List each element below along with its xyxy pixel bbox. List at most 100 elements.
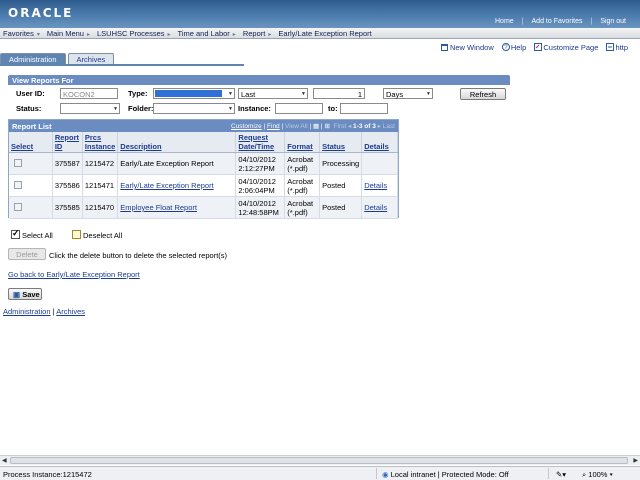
status-cell: Processing — [319, 152, 363, 175]
status-cell: Posted — [319, 196, 363, 219]
refresh-button[interactable]: Refresh — [460, 88, 506, 100]
report-id-cell: 375585 — [52, 196, 83, 219]
view-reports-header: View Reports For — [8, 75, 510, 85]
col-format[interactable]: Format — [284, 132, 321, 153]
last-link[interactable]: Last — [383, 123, 395, 130]
menu-time-and-labor[interactable]: Time and Labor ▸ — [175, 28, 240, 38]
prcs-instance-cell: 1215470 — [82, 196, 119, 219]
chevron-down-icon: ▼ — [228, 91, 233, 97]
col-status[interactable]: Status — [319, 132, 363, 153]
report-list-title: Report List — [12, 122, 52, 131]
menu-favorites[interactable]: Favorites ▾ — [0, 28, 44, 38]
find-link[interactable]: Find — [267, 123, 280, 130]
deselect-all-control[interactable]: Deselect All — [72, 230, 122, 240]
process-instance-status: Process Instance:1215472 — [3, 470, 92, 479]
deselect-all-label: Deselect All — [83, 231, 123, 240]
table-row: 375586 1215471 Early/Late Exception Repo… — [9, 174, 398, 197]
view-all-link[interactable]: View All — [285, 123, 308, 130]
tab-administration[interactable]: Administration — [0, 53, 66, 64]
oracle-logo: ORACLE — [8, 6, 74, 20]
browser-status-bar: Process Instance:1215472 ◉ Local intrane… — [0, 466, 640, 480]
user-id-field[interactable]: KOCON2 — [60, 88, 118, 99]
col-select[interactable]: Select — [9, 132, 53, 153]
select-all-checkbox[interactable] — [11, 228, 20, 239]
last-select[interactable]: Last ▼ — [238, 88, 308, 99]
view-reports-panel: User ID: KOCON2 Type: ▼ Last ▼ 1 Days ▼ Re… — [8, 85, 510, 117]
unit-select[interactable]: Days ▼ — [383, 88, 433, 99]
menu-main-menu[interactable]: Main Menu ▸ — [44, 28, 94, 38]
status-divider — [376, 468, 377, 479]
footer-archives-link[interactable]: Archives — [56, 307, 85, 316]
col-description[interactable]: Description — [117, 132, 237, 153]
description-link[interactable]: Early/Late Exception Report — [120, 181, 213, 190]
menu-early-late-exception-report[interactable]: Early/Late Exception Report — [275, 28, 375, 38]
save-button[interactable]: ▣ Save — [8, 288, 42, 300]
sign-out-link[interactable]: Sign out — [592, 18, 634, 25]
instance-label: Instance: — [238, 104, 271, 113]
col-request-datetime[interactable]: Request Date/Time — [235, 132, 286, 153]
add-to-favorites-link[interactable]: Add to Favorites — [524, 18, 591, 25]
row-select-checkbox[interactable] — [14, 180, 22, 189]
chevron-down-icon: ▼ — [301, 91, 306, 97]
new-window-icon — [440, 44, 448, 51]
grid-navigation: Customize | Find | View All | ▦ | ⊞ Firs… — [231, 123, 395, 130]
datetime-cell: 04/10/2012 2:12:27PM — [235, 152, 286, 175]
col-prcs-instance[interactable]: Prcs Instance — [82, 132, 119, 153]
report-id-cell: 375587 — [52, 152, 83, 175]
download-grid-icon[interactable]: ▦ — [313, 123, 319, 130]
row-select-checkbox[interactable] — [14, 202, 22, 211]
protected-mode-icon[interactable]: ✎▾ — [556, 470, 566, 479]
horizontal-scrollbar[interactable]: ◀ ▶ — [0, 455, 640, 465]
go-back-link[interactable]: Go back to Early/Late Exception Report — [8, 270, 140, 279]
select-all-control[interactable]: Select All — [11, 228, 53, 240]
customize-grid-link[interactable]: Customize — [231, 123, 262, 130]
zoom-level[interactable]: ⌕ 100% ▾ — [582, 470, 613, 480]
folder-select[interactable]: ▼ — [153, 103, 235, 114]
footer-administration-link[interactable]: Administration — [3, 307, 51, 316]
scroll-right-icon[interactable]: ▶ — [633, 457, 638, 464]
deselect-all-checkbox[interactable] — [72, 230, 81, 239]
prev-arrow-icon[interactable]: ◂ — [348, 123, 351, 130]
folder-label: Folder: — [128, 104, 154, 113]
col-details[interactable]: Details — [361, 132, 398, 153]
home-link[interactable]: Home — [487, 18, 522, 25]
chevron-right-icon: ▸ — [232, 32, 236, 38]
col-report-id[interactable]: Report ID — [52, 132, 83, 153]
breadcrumb: Favorites ▾ Main Menu ▸ LSUHSC Processes ▸ … — [0, 28, 640, 39]
help-link[interactable]: ? Help — [501, 43, 526, 52]
details-cell — [361, 152, 398, 175]
last-number-field[interactable]: 1 — [313, 88, 365, 99]
datetime-cell: 04/10/2012 12:48:58PM — [235, 196, 286, 219]
customize-page-link[interactable]: Customize Page — [534, 43, 598, 52]
zoom-grid-icon[interactable]: ⊞ — [324, 123, 329, 130]
format-cell: Acrobat (*.pdf) — [284, 196, 321, 219]
details-link[interactable]: Details — [364, 203, 387, 212]
http-link[interactable]: http — [606, 43, 628, 52]
instance-from-field[interactable] — [275, 103, 323, 114]
next-arrow-icon[interactable]: ▸ — [378, 123, 381, 130]
scroll-left-icon[interactable]: ◀ — [2, 457, 7, 464]
delete-instruction: Click the delete button to delete the se… — [49, 251, 228, 260]
row-select-checkbox[interactable] — [14, 158, 22, 167]
description-link[interactable]: Employee Float Report — [120, 203, 197, 212]
format-cell: Acrobat (*.pdf) — [284, 174, 321, 197]
menu-report[interactable]: Report ▸ — [240, 28, 276, 38]
new-window-link[interactable]: New Window — [440, 43, 494, 52]
status-cell: Posted — [319, 174, 363, 197]
details-link[interactable]: Details — [364, 181, 387, 190]
description-cell: Early/Late Exception Report — [117, 152, 237, 175]
status-select[interactable]: ▼ — [60, 103, 120, 114]
first-link[interactable]: First — [334, 123, 347, 130]
delete-button[interactable]: Delete — [8, 248, 46, 260]
chevron-right-icon: ▸ — [86, 32, 90, 38]
chevron-down-icon: ▼ — [113, 106, 118, 112]
menu-lsuhsc-processes[interactable]: LSUHSC Processes ▸ — [94, 28, 175, 38]
chevron-right-icon: ▸ — [268, 32, 272, 38]
instance-to-field[interactable] — [340, 103, 388, 114]
type-select[interactable]: ▼ — [153, 88, 235, 99]
row-count: 1-3 of 3 — [353, 123, 376, 130]
chevron-down-icon: ▾ — [36, 32, 40, 38]
tab-archives[interactable]: Archives — [67, 53, 115, 64]
scroll-thumb[interactable] — [10, 457, 628, 464]
security-zone[interactable]: ◉ Local intranet | Protected Mode: Off — [382, 470, 509, 479]
